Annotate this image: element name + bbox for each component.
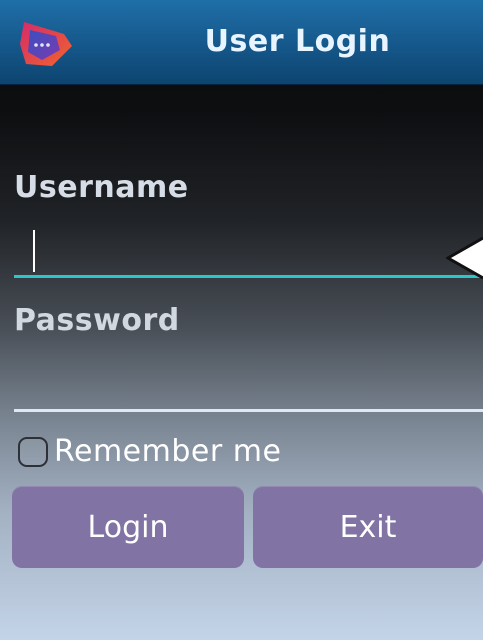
page-title: User Login: [204, 24, 391, 59]
password-label: Password: [14, 303, 180, 338]
username-input[interactable]: [14, 228, 483, 278]
login-button[interactable]: Login: [12, 486, 244, 568]
remember-me-row[interactable]: Remember me: [18, 432, 281, 472]
login-screen: User Login Username Password Remember me…: [0, 0, 483, 640]
remember-me-checkbox[interactable]: [18, 437, 48, 467]
text-caret: [33, 230, 35, 272]
password-input[interactable]: [14, 362, 483, 412]
remember-me-label[interactable]: Remember me: [54, 432, 281, 472]
callout-arrow-icon: [446, 236, 483, 280]
exit-button[interactable]: Exit: [253, 486, 483, 568]
title-bar: User Login: [0, 0, 483, 85]
app-logo-icon: [20, 22, 72, 66]
username-label: Username: [14, 170, 189, 205]
